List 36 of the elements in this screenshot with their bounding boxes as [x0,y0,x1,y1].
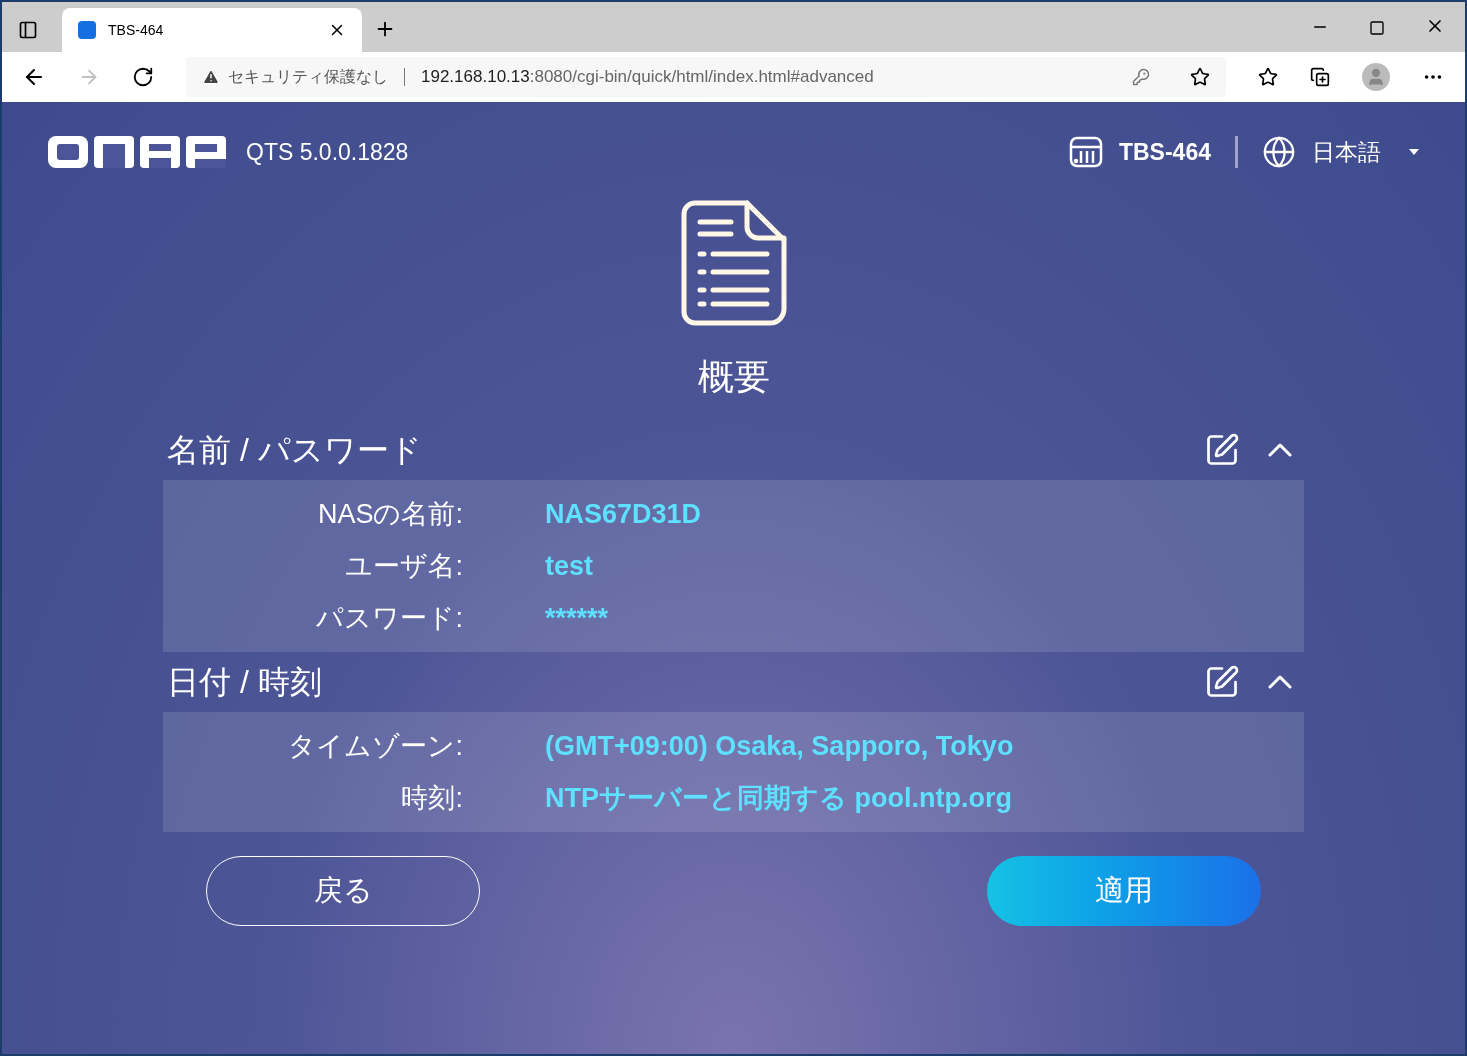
profile-avatar[interactable] [1362,63,1390,91]
reload-icon[interactable] [132,66,154,88]
tab-actions-icon [18,20,38,40]
field-value: NTPサーバーと同期する pool.ntp.org [545,781,1012,815]
edit-icon[interactable] [1204,432,1240,468]
url-text: 192.168.10.13:8080/cgi-bin/quick/html/index.html#advanced [421,66,874,89]
collections-icon[interactable] [1310,67,1330,87]
globe-icon [1262,135,1296,169]
field-value: ****** [545,601,609,635]
nas-device-icon [1068,136,1103,168]
field-label: タイムゾーン: [287,729,463,763]
page-title: 概要 [697,355,770,399]
password-key-icon[interactable] [1132,68,1150,86]
language-selector[interactable]: 日本語 [1262,134,1419,170]
warning-icon [202,68,220,86]
add-favorite-icon[interactable] [1190,67,1210,87]
edit-icon[interactable] [1204,664,1240,700]
section-title: 名前 / パスワード [167,431,422,470]
tab-title: TBS-464 [108,20,165,40]
field-value: test [545,549,593,583]
maximize-icon[interactable] [1369,20,1385,36]
document-icon [680,200,787,326]
field-label: パスワード: [315,601,463,635]
favorites-icon[interactable] [1258,67,1278,87]
site-favicon [78,21,96,39]
field-label: 時刻: [400,781,463,815]
address-bar[interactable]: セキュリティ保護なし 192.168.10.13:8080/cgi-bin/quick/html/index.html#advanced [186,57,1226,97]
security-label: セキュリティ保護なし [228,67,388,87]
field-value: NAS67D31D [545,497,702,531]
field-label: ユーザ名: [344,549,463,583]
field-value: (GMT+09:00) Osaka, Sapporo, Tokyo [545,729,1014,763]
version-label: QTS 5.0.0.1828 [246,137,409,167]
device-name: TBS-464 [1118,137,1211,167]
field-label: NASの名前: [316,497,463,531]
browser-tab[interactable]: TBS-464 [62,8,362,52]
section-title: 日付 / 時刻 [167,663,322,702]
